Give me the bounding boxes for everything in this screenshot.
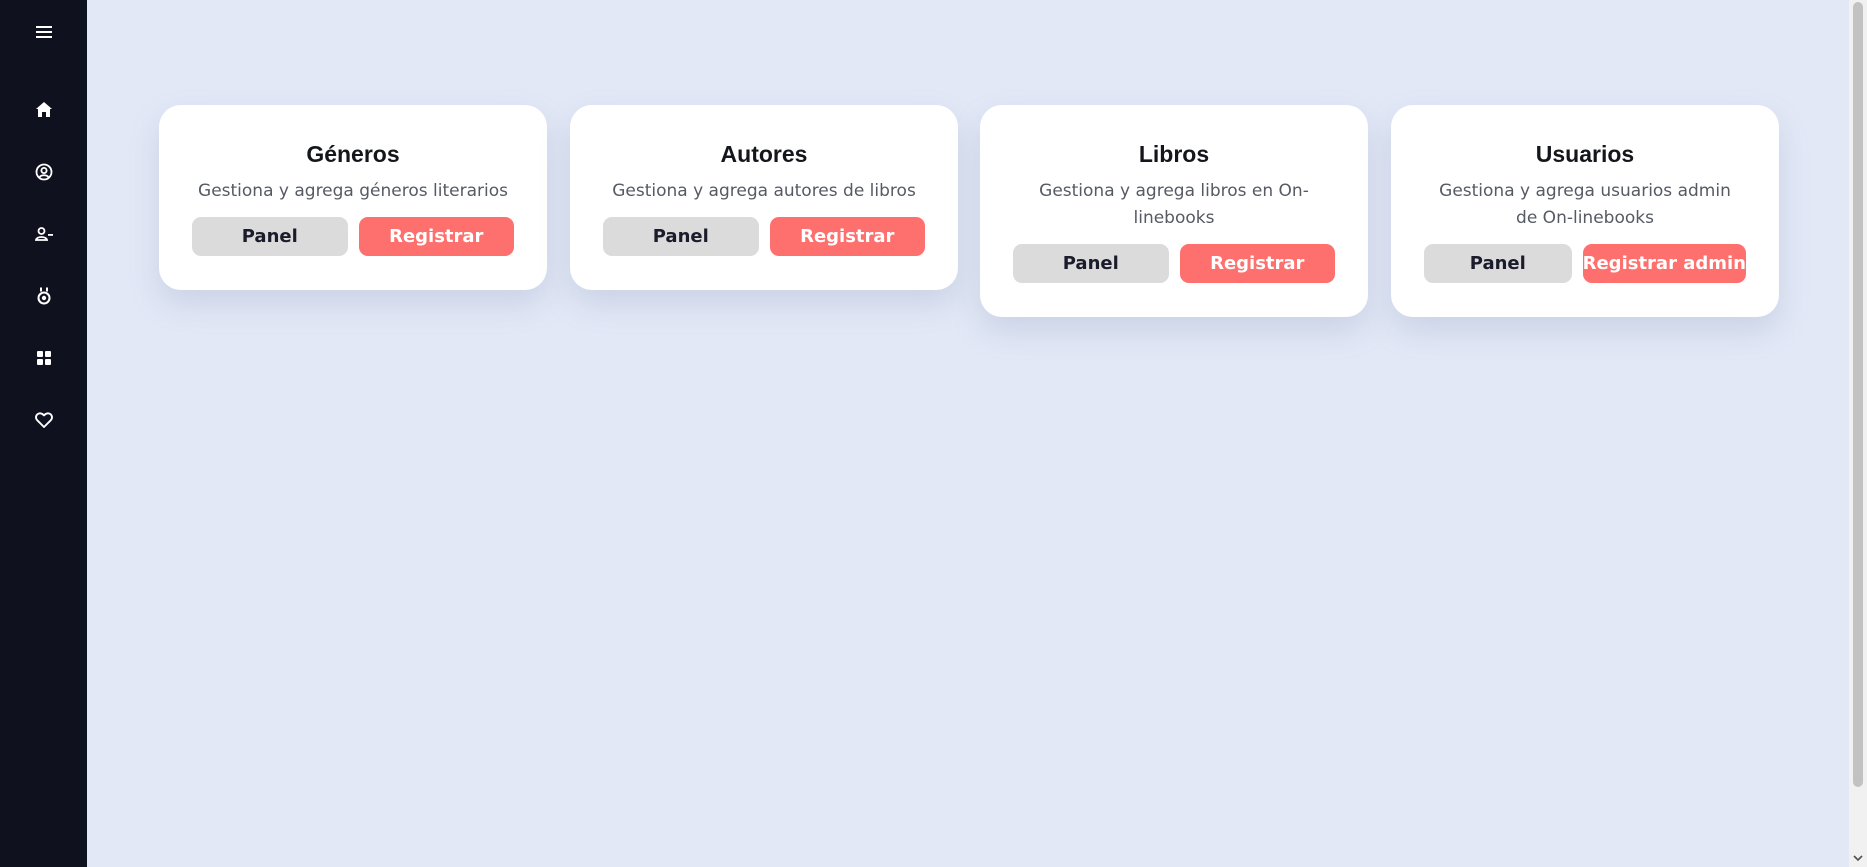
home-icon	[36, 102, 52, 117]
register-admin-button[interactable]: Registrar admin	[1582, 244, 1746, 283]
panel-button[interactable]: Panel	[1013, 244, 1169, 283]
card-usuarios: Usuarios Gestiona y agrega usuarios admi…	[1391, 105, 1779, 317]
sidebar	[0, 0, 87, 867]
panel-button[interactable]: Panel	[1424, 244, 1572, 283]
hamburger-menu-icon	[36, 26, 52, 38]
card-actions: Panel Registrar admin	[1424, 244, 1746, 283]
grid-icon	[37, 351, 51, 365]
sidebar-item-remove-user[interactable]	[22, 212, 66, 256]
panel-button[interactable]: Panel	[603, 217, 759, 256]
scrollbar-thumb[interactable]	[1853, 2, 1863, 787]
scroll-down-arrow-icon[interactable]	[1849, 851, 1867, 865]
register-button[interactable]: Registrar	[1179, 244, 1335, 283]
card-title: Autores	[720, 141, 808, 167]
card-generos: Géneros Gestiona y agrega géneros litera…	[159, 105, 547, 290]
panel-button[interactable]: Panel	[192, 217, 348, 256]
medal-icon	[37, 287, 51, 305]
card-description: Gestiona y agrega autores de libros	[612, 181, 916, 201]
main-content: Géneros Gestiona y agrega géneros litera…	[87, 0, 1849, 867]
card-autores: Autores Gestiona y agrega autores de lib…	[570, 105, 958, 290]
user-circle-icon	[35, 163, 53, 181]
card-description: Gestiona y agrega usuarios admin de On-l…	[1439, 181, 1731, 228]
card-title: Usuarios	[1535, 141, 1635, 167]
card-description: Gestiona y agrega géneros literarios	[198, 181, 508, 201]
menu-toggle-button[interactable]	[22, 10, 66, 54]
user-minus-icon	[34, 227, 53, 241]
card-description: Gestiona y agrega libros en On-linebooks	[1039, 181, 1309, 228]
card-title: Géneros	[306, 141, 400, 167]
sidebar-item-favorites[interactable]	[22, 398, 66, 442]
card-actions: Panel Registrar	[192, 217, 514, 256]
vertical-scrollbar[interactable]	[1849, 0, 1867, 867]
register-button[interactable]: Registrar	[769, 217, 925, 256]
sidebar-item-dashboard[interactable]	[22, 336, 66, 380]
register-button[interactable]: Registrar	[358, 217, 514, 256]
sidebar-item-awards[interactable]	[22, 274, 66, 318]
heart-icon	[35, 412, 53, 428]
card-title: Libros	[1138, 141, 1210, 167]
sidebar-item-profile[interactable]	[22, 150, 66, 194]
card-actions: Panel Registrar	[1013, 244, 1335, 283]
sidebar-item-home[interactable]	[22, 88, 66, 132]
card-libros: Libros Gestiona y agrega libros en On-li…	[980, 105, 1368, 317]
card-actions: Panel Registrar	[603, 217, 925, 256]
